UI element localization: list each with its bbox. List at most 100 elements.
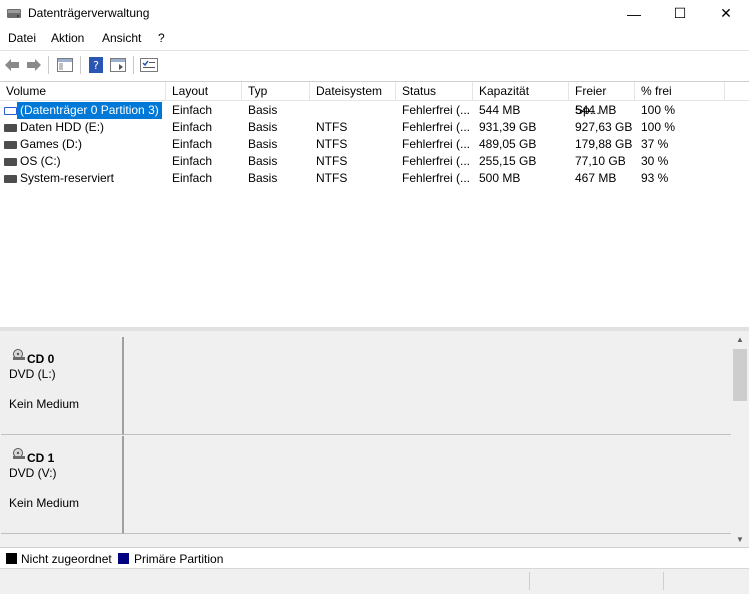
scroll-up-icon[interactable]: ▲ (731, 331, 749, 347)
disk-partition-area[interactable] (124, 436, 731, 534)
volume-status: Fehlerfrei (... (402, 120, 469, 134)
volume-typ: Basis (248, 171, 278, 185)
menu-datei[interactable]: Datei (8, 31, 36, 45)
volume-layout: Einfach (172, 154, 213, 168)
volume-status: Fehlerfrei (... (402, 137, 469, 151)
legend-swatch-unallocated (6, 553, 17, 564)
disk-partition-area[interactable] (124, 337, 731, 435)
volume-kapazitaet: 500 MB (479, 171, 521, 185)
volume-prozent: 30 % (641, 154, 669, 168)
status-separator (663, 572, 664, 590)
close-button[interactable]: ✕ (703, 0, 749, 27)
disk-label[interactable]: CD 1 DVD (V:) Kein Medium (1, 436, 124, 534)
table-row[interactable]: System-reserviert Einfach Basis NTFS Feh… (0, 170, 749, 187)
legend-label-unallocated: Nicht zugeordnet (21, 552, 112, 566)
disk-list-icon[interactable] (140, 56, 158, 74)
status-separator (529, 572, 530, 590)
disk-name: CD 0 (27, 352, 55, 366)
legend-swatch-primary (118, 553, 129, 564)
table-row[interactable]: Games (D:) Einfach Basis NTFS Fehlerfrei… (0, 136, 749, 153)
toolbar-separator (133, 56, 134, 74)
volume-typ: Basis (248, 103, 278, 117)
volume-kapazitaet: 255,15 GB (479, 154, 537, 168)
volume-name: (Datenträger 0 Partition 3) (17, 102, 162, 119)
volume-dateisystem: NTFS (316, 154, 348, 168)
toolbar-separator (80, 56, 81, 74)
menu-ansicht[interactable]: Ansicht (102, 31, 141, 45)
disk-pane: CD 0 DVD (L:) Kein Medium CD 1 DVD (V:) … (0, 327, 749, 547)
volume-typ: Basis (248, 154, 278, 168)
column-header-kapazitaet[interactable]: Kapazität (473, 82, 569, 101)
forward-icon[interactable] (25, 56, 43, 74)
cd-drive-icon (12, 349, 26, 361)
column-header-prozent-frei[interactable]: % frei (635, 82, 725, 101)
volume-kapazitaet: 931,39 GB (479, 120, 537, 134)
column-header-typ[interactable]: Typ (242, 82, 310, 101)
volume-name: Daten HDD (E:) (20, 120, 105, 134)
column-header-status[interactable]: Status (396, 82, 473, 101)
volume-icon (4, 175, 17, 183)
disk-pane-scrollbar[interactable]: ▲ ▼ (731, 331, 749, 547)
minimize-button[interactable]: — (611, 0, 657, 27)
disk-cd1[interactable]: CD 1 DVD (V:) Kein Medium (1, 436, 731, 534)
volume-prozent: 100 % (641, 120, 676, 134)
disk-name: CD 1 (27, 451, 55, 465)
window-title: Datenträgerverwaltung (28, 6, 150, 20)
volume-frei: 544 MB (575, 103, 617, 117)
disk-cd0[interactable]: CD 0 DVD (L:) Kein Medium (1, 337, 731, 435)
volume-status: Fehlerfrei (... (402, 103, 469, 117)
table-row[interactable]: Daten HDD (E:) Einfach Basis NTFS Fehler… (0, 119, 749, 136)
volume-kapazitaet: 544 MB (479, 103, 521, 117)
disk-type: DVD (L:) (9, 367, 56, 381)
volume-name: OS (C:) (20, 154, 61, 168)
cd-drive-icon (12, 448, 26, 460)
volume-typ: Basis (248, 137, 278, 151)
volume-frei: 467 MB (575, 171, 617, 185)
help-icon[interactable]: ? (87, 56, 105, 74)
disk-label[interactable]: CD 0 DVD (L:) Kein Medium (1, 337, 124, 435)
column-header-dateisystem[interactable]: Dateisystem (310, 82, 396, 101)
volume-list: Volume Layout Typ Dateisystem Status Kap… (0, 81, 749, 327)
properties-icon[interactable] (109, 56, 127, 74)
column-header-freier-speicher[interactable]: Freier Sp... (569, 82, 635, 117)
volume-dateisystem: NTFS (316, 137, 348, 151)
volume-name: Games (D:) (20, 137, 83, 151)
legend: Nicht zugeordnet Primäre Partition (0, 547, 749, 568)
volume-layout: Einfach (172, 171, 213, 185)
volume-layout: Einfach (172, 120, 213, 134)
legend-label-primary: Primäre Partition (134, 552, 224, 566)
volume-prozent: 37 % (641, 137, 669, 151)
scrollbar-thumb[interactable] (733, 349, 747, 401)
volume-dateisystem: NTFS (316, 120, 348, 134)
toolbar: ? (0, 50, 749, 78)
volume-layout: Einfach (172, 103, 213, 117)
menu-help[interactable]: ? (158, 31, 165, 45)
volume-frei: 77,10 GB (575, 154, 626, 168)
volume-frei: 179,88 GB (575, 137, 633, 151)
table-row[interactable]: (Datenträger 0 Partition 3) Einfach Basi… (0, 102, 749, 119)
status-bar (0, 568, 749, 594)
maximize-button[interactable]: ☐ (657, 0, 703, 27)
console-tree-icon[interactable] (56, 56, 74, 74)
back-icon[interactable] (3, 56, 21, 74)
menu-bar: Datei Aktion Ansicht ? (0, 27, 749, 50)
disk-status: Kein Medium (9, 397, 80, 411)
volume-name: System-reserviert (20, 171, 115, 185)
scroll-down-icon[interactable]: ▼ (731, 531, 749, 547)
volume-layout: Einfach (172, 137, 213, 151)
list-header: Volume Layout Typ Dateisystem Status Kap… (0, 82, 749, 117)
volume-typ: Basis (248, 120, 278, 134)
volume-dateisystem: NTFS (316, 171, 348, 185)
volume-status: Fehlerfrei (... (402, 171, 469, 185)
volume-prozent: 100 % (641, 103, 676, 117)
disk-management-icon (6, 5, 22, 21)
table-row[interactable]: OS (C:) Einfach Basis NTFS Fehlerfrei (.… (0, 153, 749, 170)
volume-icon (4, 124, 17, 132)
volume-icon (4, 141, 17, 149)
column-header-layout[interactable]: Layout (166, 82, 242, 101)
column-header-volume[interactable]: Volume (0, 82, 166, 101)
disk-type: DVD (V:) (9, 466, 57, 480)
disk-status: Kein Medium (9, 496, 80, 510)
volume-icon (4, 158, 17, 166)
menu-aktion[interactable]: Aktion (51, 31, 84, 45)
